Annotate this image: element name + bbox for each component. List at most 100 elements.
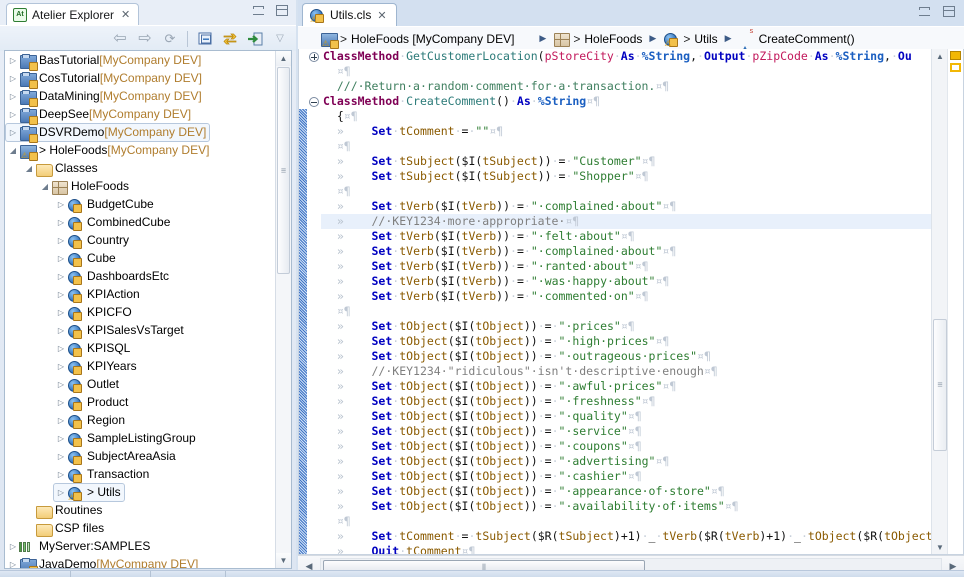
tree-item-datamining[interactable]: ▷ DataMining [MyCompany DEV] bbox=[5, 87, 275, 107]
code-line[interactable]: » Set·tVerb($I(tVerb))·=·"·complained·ab… bbox=[321, 199, 932, 214]
expand-arrow-icon[interactable]: ◢ bbox=[7, 146, 19, 155]
minimize-icon[interactable] bbox=[919, 7, 930, 16]
view-menu-icon[interactable]: ▽ bbox=[268, 28, 292, 49]
tree-item-utils[interactable]: ▷ > Utils bbox=[5, 482, 275, 502]
fold-expand-icon[interactable] bbox=[309, 52, 319, 62]
code-line[interactable]: » Quit·tComment¤¶ bbox=[321, 544, 932, 554]
tree-item-content[interactable]: ▷ BasTutorial [MyCompany DEV] bbox=[7, 53, 201, 71]
code-line[interactable]: » Set·tObject($I(tObject))·=·"·awful·pri… bbox=[321, 379, 932, 394]
code-line[interactable]: » Set·tVerb($I(tVerb))·=·"·was·happy·abo… bbox=[321, 274, 932, 289]
code-line[interactable]: » Set·tObject($I(tObject))·=·"·high·pric… bbox=[321, 334, 932, 349]
tree-item-product[interactable]: ▷ Product bbox=[5, 393, 275, 411]
breadcrumb-item-holefoods-mycompany-dev[interactable]: >HoleFoods [MyCompany DEV] bbox=[320, 31, 514, 49]
tree-item-bastutorial[interactable]: ▷ BasTutorial [MyCompany DEV] bbox=[5, 51, 275, 71]
tree-item-costutorial[interactable]: ▷ CosTutorial [MyCompany DEV] bbox=[5, 69, 275, 89]
tree-item-content[interactable]: ◢ Classes bbox=[23, 161, 98, 177]
tree-vertical-scrollbar[interactable]: ▲ ≡ ▼ bbox=[275, 51, 291, 568]
tree-item-selected[interactable]: ▷ > Utils bbox=[53, 482, 125, 502]
tree-item-content[interactable]: ▷ Outlet bbox=[55, 377, 119, 393]
collapse-arrow-icon[interactable]: ▷ bbox=[55, 290, 67, 299]
code-line[interactable]: ¤¶ bbox=[321, 139, 932, 154]
close-icon[interactable]: ✕ bbox=[377, 9, 386, 22]
collapse-arrow-icon[interactable]: ▷ bbox=[55, 452, 67, 461]
code-line[interactable]: » Set·tVerb($I(tVerb))·=·"·commented·on"… bbox=[321, 289, 932, 304]
code-line[interactable]: » Set·tComment·=·""¤¶ bbox=[321, 124, 932, 139]
tree-item-combinedcube[interactable]: ▷ CombinedCube bbox=[5, 213, 275, 231]
tree-item-outlet[interactable]: ▷ Outlet bbox=[5, 375, 275, 393]
code-line[interactable]: ¤¶ bbox=[321, 64, 932, 79]
code-line[interactable]: ClassMethod·CreateComment()·As·%String¤¶ bbox=[321, 94, 932, 109]
collapse-all-icon[interactable] bbox=[193, 28, 217, 49]
collapse-arrow-icon[interactable]: ▷ bbox=[55, 326, 67, 335]
tree-item-content[interactable]: ▷ SampleListingGroup bbox=[55, 431, 196, 447]
tab-atelier-explorer[interactable]: At Atelier Explorer ✕ bbox=[6, 3, 140, 25]
close-icon[interactable]: ✕ bbox=[121, 8, 130, 21]
tree-item-budgetcube[interactable]: ▷ BudgetCube bbox=[5, 195, 275, 213]
code-line[interactable]: » Set·tVerb($I(tVerb))·=·"·complained·ab… bbox=[321, 244, 932, 259]
code-line[interactable]: ///·Return·a·random·comment·for·a·transa… bbox=[321, 79, 932, 94]
collapse-arrow-icon[interactable]: ▷ bbox=[7, 74, 19, 83]
tree-item-content[interactable]: ▷ KPICFO bbox=[55, 305, 132, 321]
tree-item-kpicfo[interactable]: ▷ KPICFO bbox=[5, 303, 275, 321]
project-tree[interactable]: ▷ BasTutorial [MyCompany DEV] ▷ CosTutorial… bbox=[4, 50, 292, 569]
breadcrumb-item-holefoods[interactable]: > HoleFoods bbox=[553, 31, 642, 47]
back-arrow-icon[interactable]: ⇦ bbox=[108, 28, 132, 49]
code-line[interactable]: » Set·tObject($I(tObject))·=·"·freshness… bbox=[321, 394, 932, 409]
import-icon[interactable] bbox=[243, 28, 267, 49]
breadcrumb[interactable]: >HoleFoods [MyCompany DEV]▶>HoleFoods▶>U… bbox=[298, 26, 964, 57]
collapse-arrow-icon[interactable]: ▷ bbox=[55, 254, 67, 263]
tree-item-transaction[interactable]: ▷ Transaction bbox=[5, 465, 275, 483]
code-line[interactable]: » //·KEY1234·"ridiculous"·isn't·descript… bbox=[321, 364, 932, 379]
tree-item-content[interactable]: ▷ KPISalesVsTarget bbox=[55, 323, 184, 339]
editor-canvas[interactable]: ClassMethod · GetCustomerLocation(pStoreCi… bbox=[298, 49, 964, 555]
minimize-icon[interactable] bbox=[253, 6, 264, 15]
tree-item-content[interactable]: ▷ DeepSee [MyCompany DEV] bbox=[7, 107, 191, 125]
code-line[interactable]: » Set·tObject($I(tObject))·=·"·cashier"¤… bbox=[321, 469, 932, 484]
tab-utils-cls[interactable]: Utils.cls ✕ bbox=[302, 3, 397, 26]
link-with-editor-icon[interactable] bbox=[218, 28, 242, 49]
collapse-arrow-icon[interactable]: ▷ bbox=[7, 56, 19, 65]
code-line[interactable]: » Set·tSubject($I(tSubject))·=·"Customer… bbox=[321, 154, 932, 169]
scroll-up-icon[interactable]: ▲ bbox=[932, 49, 948, 63]
collapse-arrow-icon[interactable]: ▷ bbox=[7, 128, 19, 137]
maximize-icon[interactable] bbox=[943, 6, 955, 17]
expand-arrow-icon[interactable]: ◢ bbox=[39, 182, 51, 191]
code-line[interactable]: » Set·tObject($I(tObject))·=·"·prices"¤¶ bbox=[321, 319, 932, 334]
code-editor[interactable]: ClassMethod · GetCustomerLocation(pStoreCi… bbox=[298, 49, 964, 577]
overview-marker[interactable] bbox=[950, 63, 961, 72]
scroll-down-icon[interactable]: ▼ bbox=[276, 553, 291, 568]
collapse-arrow-icon[interactable]: ▷ bbox=[55, 380, 67, 389]
folding-column[interactable] bbox=[307, 49, 321, 554]
tree-item-content[interactable]: ▷ BudgetCube bbox=[55, 197, 154, 213]
editor-scroll-thumb[interactable]: ≡ bbox=[933, 319, 947, 451]
collapse-arrow-icon[interactable]: ▷ bbox=[7, 560, 19, 569]
collapse-arrow-icon[interactable]: ▷ bbox=[55, 470, 67, 479]
code-line[interactable]: » Set·tObject($I(tObject))·=·"·advertisi… bbox=[321, 454, 932, 469]
tree-item-deepsee[interactable]: ▷ DeepSee [MyCompany DEV] bbox=[5, 105, 275, 125]
tree-item-content[interactable]: CSP files bbox=[23, 521, 104, 537]
tree-item-content[interactable]: ▷ KPIAction bbox=[55, 287, 140, 303]
tree-item-content[interactable]: ▷ MyServer:SAMPLES bbox=[7, 539, 150, 554]
tree-item-csp-files[interactable]: CSP files bbox=[5, 519, 275, 537]
tree-item-content[interactable]: ▷ CombinedCube bbox=[55, 215, 170, 231]
collapse-arrow-icon[interactable]: ▷ bbox=[55, 236, 67, 245]
code-line[interactable]: {¤¶ bbox=[321, 109, 932, 124]
maximize-icon[interactable] bbox=[276, 5, 288, 16]
code-line[interactable]: » Set·tSubject($I(tSubject))·=·"Shopper"… bbox=[321, 169, 932, 184]
scroll-up-icon[interactable]: ▲ bbox=[276, 51, 291, 66]
collapse-arrow-icon[interactable]: ▷ bbox=[7, 92, 19, 101]
forward-arrow-icon[interactable]: ⇨ bbox=[133, 28, 157, 49]
tree-item-content[interactable]: ▷ KPISQL bbox=[55, 341, 130, 357]
tree-item-selected[interactable]: ▷ DSVRDemo [MyCompany DEV] bbox=[5, 122, 211, 143]
tree-item-content[interactable]: ▷ Product bbox=[55, 395, 128, 411]
tree-item-dsvrdemo[interactable]: ▷ DSVRDemo [MyCompany DEV] bbox=[5, 122, 275, 143]
tree-item-myserver-samples[interactable]: ▷ MyServer:SAMPLES bbox=[5, 537, 275, 555]
collapse-arrow-icon[interactable]: ▷ bbox=[55, 218, 67, 227]
expand-arrow-icon[interactable]: ◢ bbox=[23, 164, 35, 173]
tree-item-kpiyears[interactable]: ▷ KPIYears bbox=[5, 357, 275, 375]
editor-vertical-scrollbar[interactable]: ▲ ≡ ▼ bbox=[931, 49, 948, 554]
code-line[interactable]: » Set·tObject($I(tObject))·=·"·appearanc… bbox=[321, 484, 932, 499]
code-line[interactable]: ClassMethod · GetCustomerLocation(pStoreCi… bbox=[321, 49, 932, 64]
overview-ruler[interactable] bbox=[947, 49, 963, 554]
tree-item-content[interactable]: ▷ DashboardsEtc bbox=[55, 269, 169, 285]
